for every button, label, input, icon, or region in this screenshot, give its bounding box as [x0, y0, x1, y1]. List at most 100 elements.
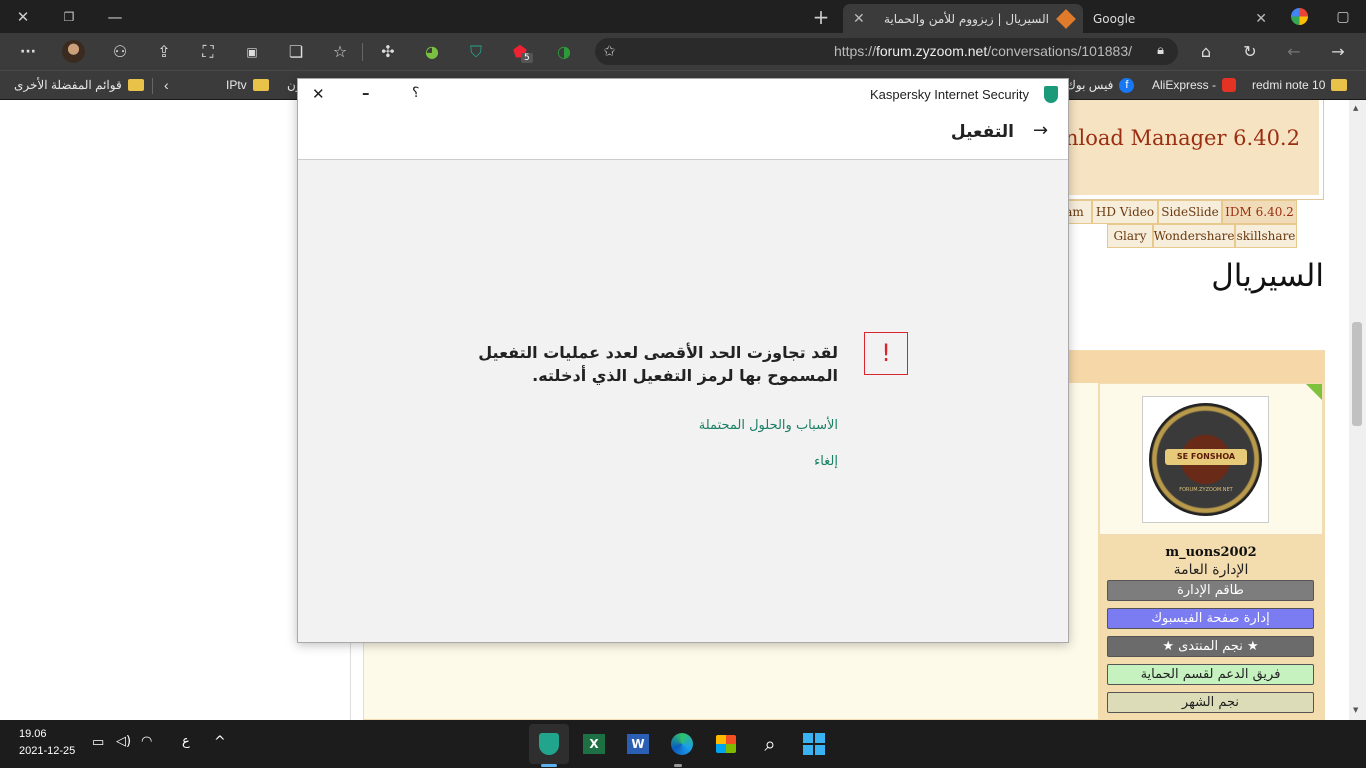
avatar: SE FONSHOA FORUM.ZYZOOM.NET — [1142, 396, 1269, 523]
back-arrow-icon[interactable]: → — [1033, 120, 1048, 141]
taskbar-kaspersky-icon[interactable] — [529, 724, 569, 764]
running-app-indicator — [674, 764, 682, 767]
favorites-icon[interactable]: ☆ — [324, 33, 356, 70]
rank-month-star: نجم الشهر — [1107, 692, 1314, 713]
facebook-icon: f — [1119, 77, 1135, 93]
ublock-extension-icon[interactable]: ⬟ — [504, 33, 536, 70]
taskbar-store-icon[interactable] — [706, 724, 746, 764]
dialog-close-button[interactable]: ✕ — [312, 85, 325, 103]
clock-time[interactable]: 19.06 — [19, 728, 47, 740]
bookmark-facebook[interactable]: فيس بوك f — [1066, 71, 1135, 99]
scroll-down-icon[interactable]: ▼ — [1353, 706, 1358, 714]
active-app-indicator — [541, 764, 557, 767]
window-minimize-button[interactable]: — — [92, 0, 138, 33]
web-capture-icon[interactable]: ⛶ — [192, 33, 224, 70]
taskbar-start-icon[interactable] — [794, 724, 834, 764]
tab-close-icon[interactable]: ✕ — [853, 11, 865, 27]
input-language[interactable]: ع — [182, 734, 190, 749]
tab-close-icon[interactable]: ✕ — [1255, 11, 1267, 27]
windows-taskbar: 19.06 2021-12-25 ▭ ◁) ◠ ع ^ X W ⌕ — [0, 720, 1366, 768]
thread-heading: السيريال — [1211, 258, 1324, 294]
wifi-icon[interactable]: ◠ — [141, 734, 152, 749]
scrollbar-thumb[interactable] — [1352, 322, 1362, 426]
bookmark-aliexpress[interactable]: AliExpress - — [1152, 71, 1237, 99]
volume-icon[interactable]: ◁) — [116, 734, 131, 749]
dialog-minimize-button[interactable]: – — [362, 84, 370, 102]
tab-label: السيريال | زيزووم للأمن والحماية — [883, 11, 1049, 26]
dialog-header: ✕ – ؟ Kaspersky Internet Security التفعي… — [298, 79, 1068, 160]
cancel-link[interactable]: إلغاء — [738, 454, 838, 469]
vpn-extension-icon[interactable]: ◕ — [416, 33, 448, 70]
more-menu-button[interactable]: ··· — [12, 33, 44, 70]
avatar-sub-text: FORUM.ZYZOOM.NET — [1179, 487, 1233, 493]
rank-forum-star: ★ نجم المنتدى ★ — [1107, 636, 1314, 657]
window-restore-button[interactable]: ❐ — [46, 0, 92, 33]
url-text: https://forum.zyzoom.net/conversations/1… — [833, 43, 1132, 59]
share-icon[interactable]: ⇪ — [148, 33, 180, 70]
folder-icon — [1331, 79, 1348, 91]
error-message-line-2: المسموح بها لرمز التفعيل الذي أدخلته. — [532, 366, 838, 385]
rank-facebook-admin: إدارة صفحة الفيسبوك — [1107, 608, 1314, 629]
kaspersky-extension-icon[interactable]: ⛉ — [460, 33, 492, 70]
rank-security-support: فريق الدعم لقسم الحماية — [1107, 664, 1314, 685]
folder-icon — [252, 79, 269, 91]
clock-date[interactable]: 2021-12-25 — [19, 745, 75, 757]
back-icon[interactable]: ← — [1278, 33, 1310, 70]
window-close-button[interactable]: ✕ — [0, 0, 46, 33]
lock-icon[interactable]: 🔒︎ — [1157, 43, 1164, 58]
kaspersky-activation-dialog: ✕ – ؟ Kaspersky Internet Security التفعي… — [297, 78, 1069, 643]
nav-link-idm[interactable]: IDM 6.40.2 — [1222, 200, 1297, 224]
dialog-app-title: Kaspersky Internet Security — [870, 87, 1029, 102]
kaspersky-shield-icon — [1044, 86, 1058, 103]
tab-favicon-icon — [1056, 8, 1076, 29]
new-tab-button[interactable]: + — [798, 0, 844, 33]
nav-link-wondershare[interactable]: Wondershare — [1153, 224, 1235, 248]
tab-google[interactable]: Google ✕ — [1083, 4, 1283, 33]
banner: nload Manager 6.40.2 — [1065, 100, 1319, 195]
taskbar-search-icon[interactable]: ⌕ — [750, 724, 790, 764]
profile-avatar[interactable] — [62, 40, 85, 63]
bookmarks-overflow-chevron-icon[interactable]: ‹ — [164, 71, 169, 99]
taskbar-edge-icon[interactable] — [662, 724, 702, 764]
nav-link-hd-video[interactable]: HD Video — [1092, 200, 1158, 224]
banner-text: nload Manager 6.40.2 — [1065, 126, 1300, 150]
avatar-box: SE FONSHOA FORUM.ZYZOOM.NET — [1099, 383, 1323, 535]
bookmarks-divider — [152, 78, 153, 94]
address-bar[interactable]: ✩ https://forum.zyzoom.net/conversations… — [595, 38, 1178, 65]
taskbar-word-icon[interactable]: W — [618, 724, 658, 764]
tray-chevron-icon[interactable]: ^ — [214, 734, 226, 750]
aliexpress-icon — [1222, 78, 1237, 92]
tab-actions-icon[interactable]: ▢ — [1320, 0, 1366, 33]
error-message: لقد تجاوزت الحد الأقصى لعدد عمليات التفع… — [448, 341, 838, 387]
taskbar-excel-icon[interactable]: X — [574, 724, 614, 764]
flag-extension-icon[interactable]: ◑ — [548, 33, 580, 70]
battery-icon[interactable]: ▭ — [92, 735, 104, 750]
nav-link-skillshare[interactable]: skillshare — [1235, 224, 1297, 248]
google-profile-icon[interactable] — [1291, 8, 1308, 25]
folder-icon — [127, 79, 144, 91]
home-icon[interactable]: ⌂ — [1190, 33, 1222, 70]
forward-icon[interactable]: → — [1322, 33, 1354, 70]
scroll-up-icon[interactable]: ▲ — [1353, 104, 1358, 112]
user-title: الإدارة العامة — [1173, 562, 1249, 578]
extension-badge: 5 — [521, 53, 533, 63]
tabs-icon[interactable]: ❏ — [280, 33, 312, 70]
bookmark-redmi[interactable]: redmi note 10 — [1252, 71, 1348, 99]
reasons-solutions-link[interactable]: الأسباب والحلول المحتملة — [588, 418, 838, 433]
bookmark-iptv[interactable]: IPtv — [226, 71, 269, 99]
tab-zyzoom[interactable]: السيريال | زيزووم للأمن والحماية ✕ — [843, 4, 1083, 33]
extensions-icon[interactable]: ✣ — [372, 33, 404, 70]
nav-link-sideslide[interactable]: SideSlide — [1158, 200, 1222, 224]
rank-admin-staff: طاقم الإدارة — [1107, 580, 1314, 601]
bookmark-other-favorites[interactable]: قوائم المفضلة الأخرى — [14, 71, 144, 99]
dialog-help-button[interactable]: ؟ — [412, 85, 419, 101]
banner-frame: nload Manager 6.40.2 — [1060, 100, 1324, 200]
collections-icon[interactable]: ⚇ — [104, 33, 136, 70]
nav-link-glary[interactable]: Glary — [1107, 224, 1153, 248]
username[interactable]: m_uons2002 — [1098, 545, 1324, 560]
add-favorite-icon[interactable]: ✩ — [603, 42, 616, 60]
dialog-heading: التفعيل — [950, 122, 1014, 142]
toolbar-divider — [362, 43, 363, 61]
refresh-icon[interactable]: ↻ — [1234, 33, 1266, 70]
immersive-reader-icon[interactable]: ▣ — [236, 33, 268, 70]
